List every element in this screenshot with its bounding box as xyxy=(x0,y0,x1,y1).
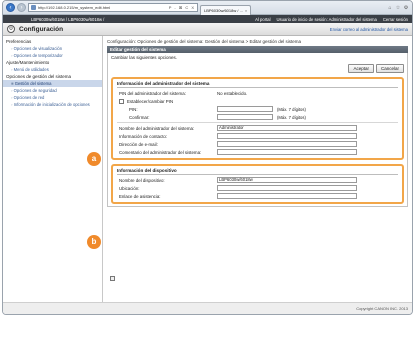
address-tools[interactable]: P - ⊠ C X xyxy=(169,5,195,10)
send-email-link[interactable]: Enviar correo al administrador del siste… xyxy=(330,27,408,32)
sidebar-item-system-management[interactable]: ■ Gestión del sistema xyxy=(3,80,102,87)
set-pin-checkbox[interactable] xyxy=(119,98,124,104)
browser-icons: ⌂ ☆ ⚙ xyxy=(387,5,409,11)
comment-label: Comentario del administrador del sistema… xyxy=(119,149,202,155)
gear-icon: ⚙ xyxy=(7,25,15,33)
contact-label: Información de contacto: xyxy=(119,133,168,139)
pin-status-value: No establecido. xyxy=(217,90,248,96)
accept-button[interactable]: Aceptar xyxy=(348,64,374,73)
breadcrumb: Configuración: Opciones de gestión del s… xyxy=(107,39,301,44)
scroll-top-icon[interactable] xyxy=(110,276,115,281)
forward-arrow-icon[interactable]: › xyxy=(17,3,26,12)
page-icon xyxy=(31,5,36,10)
device-model: LBP6030w/6018w / LBP6030w/6018w / xyxy=(31,16,105,22)
tab-close-icon[interactable]: × xyxy=(245,8,247,13)
sidebar-item-utilities[interactable]: ◦ Menú de utilidades xyxy=(3,66,102,73)
admin-info-section: Información del administrador del sistem… xyxy=(111,77,404,160)
logout-link[interactable]: Cerrar sesión xyxy=(383,17,408,22)
email-label: Dirección de e-mail: xyxy=(119,141,158,147)
sidebar-item-timer[interactable]: ◦ Opciones de temporizador xyxy=(3,52,102,59)
device-header: LBP6030w/6018w / LBP6030w/6018w / Al por… xyxy=(3,15,412,23)
footer: Copyright CANON INC. 2013 xyxy=(3,302,412,314)
location-label: Ubicación: xyxy=(119,185,140,191)
tab-title: LBP6030w/6018w / ... xyxy=(204,7,243,13)
sidebar-item-security[interactable]: ◦ Opciones de seguridad xyxy=(3,87,102,94)
back-arrow-icon[interactable]: ‹ xyxy=(6,3,15,12)
sidebar: Preferencias ◦ Opciones de visualización… xyxy=(3,36,103,314)
set-pin-label: Establecer/cambiar PIN xyxy=(127,98,174,104)
confirm-hint: (Máx. 7 dígitos) xyxy=(277,114,306,120)
panel-title: Editar gestión del sistema xyxy=(107,46,408,53)
device-name-input[interactable]: LBP6030w/6018w xyxy=(217,177,357,183)
support-link-input[interactable] xyxy=(217,193,357,199)
config-bar: ⚙ Configuración Enviar correo al adminis… xyxy=(3,23,412,36)
support-link-label: Enlace de asistencia: xyxy=(119,193,161,199)
callout-badge-a: a xyxy=(87,152,101,166)
device-section-title: Información del dispositivo xyxy=(117,168,398,175)
sidebar-group-title: Ajuste/Mantenimiento xyxy=(6,60,50,65)
login-user: Usuario de inicio de sesión: Administrad… xyxy=(276,16,377,22)
pin-hint: (Máx. 7 dígitos) xyxy=(277,106,306,112)
comment-input[interactable] xyxy=(217,149,357,155)
pin-field-label: PIN: xyxy=(129,106,138,112)
email-input[interactable] xyxy=(217,141,357,147)
admin-name-label: Nombre del administrador del sistema: xyxy=(119,125,195,131)
confirm-label: Confirmar: xyxy=(129,114,150,120)
sidebar-group-title: Preferencias xyxy=(6,39,32,44)
admin-section-title: Información del administrador del sistem… xyxy=(117,81,398,88)
confirm-pin-input[interactable] xyxy=(217,114,273,120)
pin-input[interactable] xyxy=(217,106,273,112)
main-content: Configuración: Opciones de gestión del s… xyxy=(103,36,412,314)
location-input[interactable] xyxy=(217,185,357,191)
callout-badge-b: b xyxy=(87,235,101,249)
sidebar-item-display[interactable]: ◦ Opciones de visualización xyxy=(3,45,102,52)
copyright: Copyright CANON INC. 2013 xyxy=(356,306,408,311)
browser-window: ‹ › http://192.168.0.215/m_system_edit.h… xyxy=(2,0,413,315)
browser-tab[interactable]: LBP6030w/6018w / ... × xyxy=(200,4,252,15)
settings-icon[interactable]: ⚙ xyxy=(403,5,409,11)
panel-body: Cambiar las siguientes opciones. Aceptar… xyxy=(107,53,408,207)
address-bar[interactable]: http://192.168.0.215/m_system_edit.html … xyxy=(28,3,198,12)
device-info-section: Información del dispositivo Nombre del d… xyxy=(111,164,404,204)
admin-name-input[interactable]: Administrator xyxy=(217,125,357,131)
sidebar-group-title: Opciones de gestión del sistema xyxy=(6,74,72,79)
browser-toolbar: ‹ › http://192.168.0.215/m_system_edit.h… xyxy=(3,1,412,15)
device-name-label: Nombre del dispositivo: xyxy=(119,177,165,183)
page-title: Configuración xyxy=(19,25,64,33)
url-text: http://192.168.0.215/m_system_edit.html xyxy=(38,5,111,10)
pin-status-label: PIN del administrador del sistema: xyxy=(119,90,186,96)
favorites-icon[interactable]: ☆ xyxy=(395,5,401,11)
sidebar-item-network[interactable]: ◦ Opciones de red xyxy=(3,94,102,101)
portal-link[interactable]: Al portal xyxy=(255,17,270,22)
cancel-button[interactable]: Cancelar xyxy=(375,64,404,73)
sidebar-item-init[interactable]: ◦ Información de inicialización de opcio… xyxy=(3,101,102,108)
contact-input[interactable] xyxy=(217,133,357,139)
instruction-text: Cambiar las siguientes opciones. xyxy=(111,55,178,60)
home-icon[interactable]: ⌂ xyxy=(387,5,393,11)
